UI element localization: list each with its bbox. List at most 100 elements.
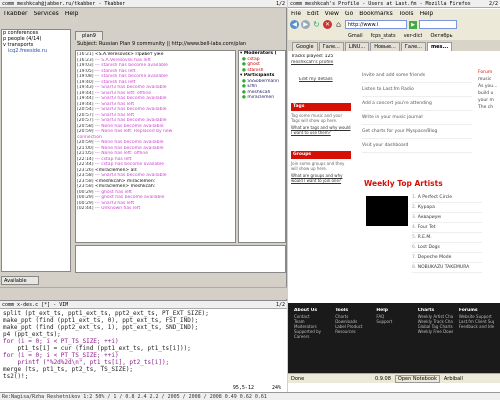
firefox-tabbar: Google Гале... LINU... Новые... Гале... mes..… <box>288 40 500 51</box>
artist-row[interactable]: 3. Аквариум <box>412 213 482 223</box>
artist-row[interactable]: 1. A Perfect Circle <box>412 193 482 203</box>
footer-link[interactable]: Weekly Track Charts <box>418 319 453 324</box>
footer-link[interactable]: Global Tag Charts <box>418 324 453 329</box>
ff-menu-view[interactable]: View <box>325 11 339 17</box>
message-text: --- Snarf3 has become available <box>94 85 167 90</box>
getting-started-link[interactable]: Write in your music journal <box>362 111 472 125</box>
back-icon[interactable]: ◀ <box>290 20 299 29</box>
profile-link[interactable]: meshkcah's profile <box>291 60 351 66</box>
moderator-name: cstap <box>247 56 260 62</box>
message-time: [20:59] <box>77 140 95 145</box>
ff-menu-go[interactable]: Go <box>345 11 353 17</box>
menu-help[interactable]: Help <box>65 11 79 17</box>
roster-item-icq[interactable]: icq2.freeside.ru <box>2 48 70 54</box>
browser-tab[interactable]: Google <box>292 42 318 51</box>
footer-column: ForumsWebsite SupportLast.fm Client Supp… <box>459 308 494 329</box>
home-icon[interactable]: ⌂ <box>334 20 343 29</box>
groups-heading: Groups <box>293 151 312 157</box>
firefox-navbar: ◀ ▶ ↻ ✕ ⌂ http://www.l ▶ <box>288 18 500 31</box>
tags-help-link[interactable]: What are tags and why would I want to us… <box>291 125 351 135</box>
message-time: [19:44] <box>77 90 95 96</box>
chat-message: [02:44] --- Unknown has left <box>77 206 234 212</box>
ff-menu-help[interactable]: Help <box>420 11 434 17</box>
stop-icon[interactable]: ✕ <box>323 20 332 29</box>
reload-icon[interactable]: ↻ <box>312 20 321 29</box>
vim-line: make_ppt (find (ppt1_ext_ts, 0), ppt_ext… <box>3 317 199 324</box>
footer-link[interactable]: Support <box>376 319 411 324</box>
browser-tab[interactable]: Гале... <box>318 42 344 51</box>
wm-titlebar-vim[interactable]: comm x-des.c [*] - VIM 1/2 <box>0 301 287 309</box>
participant-item[interactable]: ● miraclemen <box>239 95 285 101</box>
footer-link[interactable]: Feedback and Ideas <box>459 324 494 329</box>
vim-line: printf ("%2d%2d\n", pt1_ts[i], pt2_ts[i]… <box>3 359 170 366</box>
message-time: [19:05] <box>77 68 95 74</box>
chat-input[interactable] <box>75 245 286 273</box>
url-bar[interactable]: http://www.l <box>345 20 407 29</box>
menu-services[interactable]: Services <box>34 11 59 17</box>
footer-link[interactable]: Weekly Free Downloads <box>418 329 453 334</box>
ff-menu-file[interactable]: File <box>291 11 301 17</box>
footer-link[interactable]: Weekly Artist Charts <box>418 314 453 319</box>
footer-column: Tools Charts Downloads Label Product Resourc… <box>335 308 370 334</box>
artist-row[interactable]: 8. NOBUKAZU TAKEMURA <box>412 263 482 273</box>
bookmark-october[interactable]: Октябрь <box>430 33 452 39</box>
message-time: [16:21] <box>77 52 95 57</box>
message-text: --- cstap has become available <box>94 162 164 167</box>
browser-tab-label: Гале... <box>404 44 422 50</box>
getting-started-link[interactable]: Listen to Last.fm Radio <box>362 83 472 97</box>
getting-started-link[interactable]: Invite and add some friends <box>362 69 472 83</box>
artist-row[interactable]: 2. Курара <box>412 203 482 213</box>
artist-row[interactable]: 6. Lost Dogs <box>412 243 482 253</box>
ff-menu-bookmarks[interactable]: Bookmarks <box>359 11 393 17</box>
artist-name: Аквариум <box>417 215 441 220</box>
footer-columns: About Us Contact Team Moderators Supported b… <box>294 308 494 368</box>
wm-titlebar-tkabber[interactable]: comm meshkcah@jabber.ru/tkabber - Tkabbe… <box>0 0 287 8</box>
wm-titlebar-firefox[interactable]: comm meshkcah's Profile - Users at Last.… <box>288 0 500 8</box>
message-time: [23:58] <box>77 173 95 178</box>
footer-link[interactable]: Resources <box>335 329 370 334</box>
getting-started-link[interactable]: Get charts for your Myspace/Blog <box>362 125 472 139</box>
bookmark-verdict[interactable]: ver-dict <box>404 33 423 39</box>
message-text: connection <box>77 134 102 140</box>
groups-help-link[interactable]: What are groups and why would I want to … <box>291 173 351 183</box>
status-open-notebook[interactable]: Open Notebook <box>394 374 440 383</box>
message-text: <miraclemen> meshkcah: <box>94 184 156 189</box>
forward-icon[interactable]: ▶ <box>301 20 310 29</box>
footer-link[interactable]: Careers <box>294 334 329 339</box>
getting-started-link[interactable]: Visit your dashboard <box>362 139 472 153</box>
lastfm-sidebar: Tracks played: 125 meshkcah's profile Ed… <box>291 54 351 284</box>
getting-started-link[interactable]: Add a concert you're attending <box>362 97 472 111</box>
search-input[interactable] <box>419 20 457 29</box>
browser-tab[interactable]: LINU... <box>344 42 370 51</box>
bookmark-gmail[interactable]: Gmail <box>348 33 363 39</box>
go-icon[interactable]: ▶ <box>409 20 417 29</box>
footer-link[interactable]: Last.fm Client Support <box>459 319 494 324</box>
message-text: <meshkcah> miraclemen: <box>94 178 156 184</box>
vim-buffer[interactable]: split (pt_ext_ts, ppt1_ext_ts, ppt2_ext_… <box>3 310 283 382</box>
ff-menu-tools[interactable]: Tools <box>399 11 414 17</box>
artist-name: Lost Dogs <box>417 245 440 250</box>
message-text: --- None has become available <box>94 145 164 151</box>
ff-menu-edit[interactable]: Edit <box>307 11 319 17</box>
menu-tkabber[interactable]: Tkabber <box>3 11 28 17</box>
tab-plan9[interactable]: plan9 <box>75 31 103 40</box>
artist-row[interactable]: 4. Four Tet <box>412 223 482 233</box>
lastfm-right-column: Forum music As you... build u your m The ch <box>478 69 500 149</box>
vim-line: p4 (ppt_ext_ts); <box>3 331 61 338</box>
message-time: [19:40] <box>77 79 95 85</box>
tkabber-title: comm meshkcah@jabber.ru/tkabber - Tkabbe… <box>2 0 126 7</box>
browser-tab[interactable]: mes... <box>426 42 453 51</box>
artist-row[interactable]: 5. R.E.M. <box>412 233 482 243</box>
footer-link[interactable]: Website Support <box>459 314 494 319</box>
status-arbiball[interactable]: Arbiball <box>444 376 463 382</box>
message-text: --- Snarf3 has left <box>94 200 135 206</box>
artist-row[interactable]: 7. Depeche Mode <box>412 253 482 263</box>
message-text: <S.A.Veresovsk> Привет уже <box>94 52 164 57</box>
browser-tab[interactable]: Гале... <box>400 42 426 51</box>
bookmark-fcps[interactable]: fcps_stats <box>371 33 396 39</box>
status-selector[interactable]: Available <box>1 276 39 285</box>
vim-line: make_ppt (find (ppt2_ext_ts, 1), ppt_ext… <box>3 324 199 331</box>
edit-details-link[interactable]: Edit my details <box>291 77 351 83</box>
tags-heading: Tags <box>293 103 305 109</box>
browser-tab[interactable]: Новые... <box>370 42 400 51</box>
